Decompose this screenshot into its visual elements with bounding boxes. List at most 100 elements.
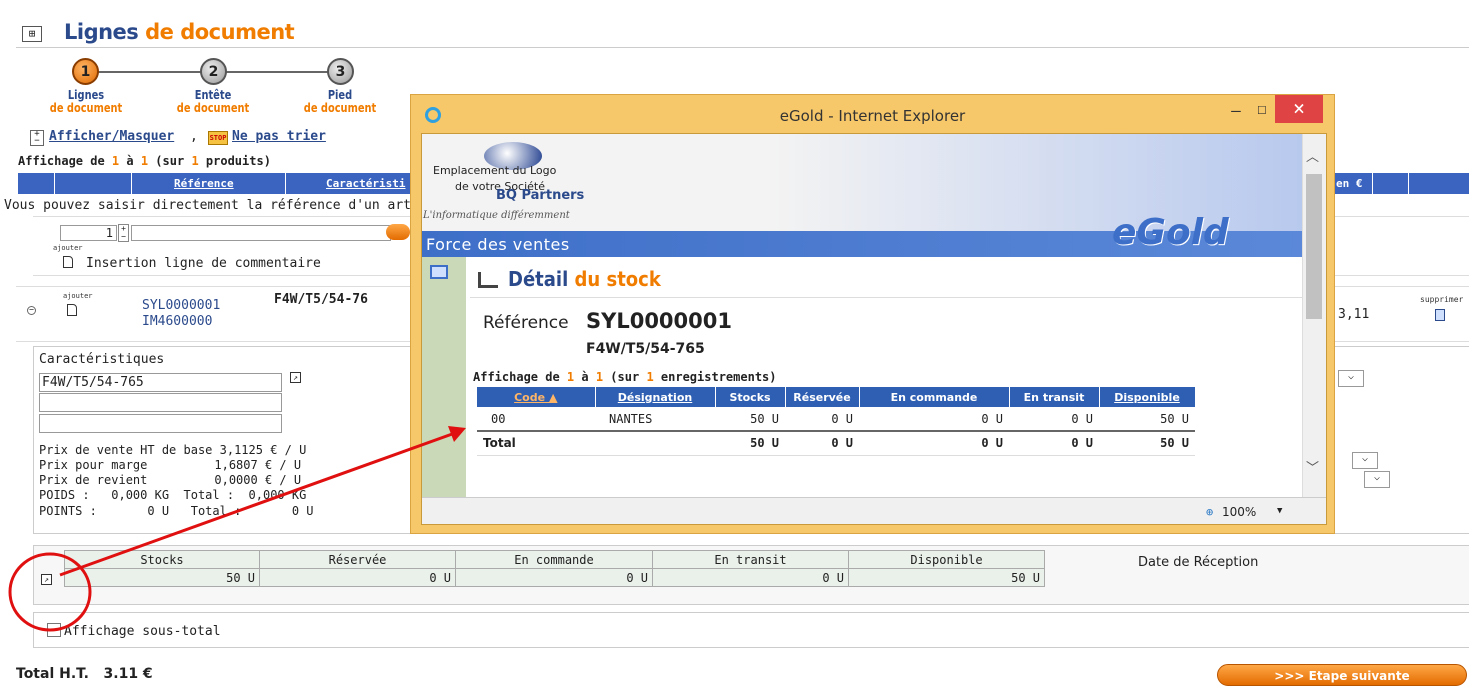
page-title: Lignes de document	[64, 20, 295, 44]
col-designation[interactable]: Désignation	[595, 387, 716, 407]
col-code[interactable]: Code ▲	[477, 387, 596, 407]
supprimer-label: supprimer	[1420, 295, 1464, 304]
minimize-button[interactable]: –	[1226, 101, 1246, 121]
ref-value: SYL0000001	[586, 309, 732, 333]
col-disponible[interactable]: Disponible	[1099, 387, 1196, 407]
product-ref[interactable]: SYL0000001	[142, 298, 220, 313]
nosort-link[interactable]: Ne pas trier	[232, 129, 326, 144]
stock-header: En commande	[455, 550, 653, 569]
dropdown-2[interactable]: ⌵	[1352, 452, 1378, 469]
detail-title-underline	[470, 297, 1302, 298]
total-ht: Total H.T. 3.11 €	[16, 666, 153, 682]
carac-input-1[interactable]: F4W/T5/54-765	[39, 373, 282, 392]
collapse-icon[interactable]: −	[27, 306, 36, 315]
forklift-icon	[478, 272, 498, 288]
ref-label: Référence	[483, 313, 569, 333]
popup-title: eGold - Internet Explorer	[779, 107, 966, 125]
subtotal-label[interactable]: Affichage sous-total	[64, 624, 221, 639]
stock-header: Disponible	[848, 550, 1045, 569]
insert-comment-link[interactable]: Insertion ligne de commentaire	[86, 256, 321, 271]
carac-label: Caractéristiques	[39, 352, 165, 367]
product-ref-secondary: IM4600000	[142, 314, 213, 329]
product-amount: 3,11	[1338, 307, 1370, 322]
quantity-stepper[interactable]: + −	[118, 224, 129, 242]
col-en-euro: en €	[1336, 177, 1363, 190]
ajouter-label: ajouter	[63, 292, 93, 300]
ajouter-label: ajouter	[53, 244, 83, 252]
table-row: 00 NANTES 50 U 0 U 0 U 0 U 50 U	[477, 407, 1195, 432]
product-caracteristique: F4W/T5/54-76	[274, 292, 368, 307]
col-en-commande: En commande	[859, 387, 1010, 407]
header-divider	[1372, 173, 1373, 194]
step-1-label[interactable]: Lignes de document	[45, 89, 127, 115]
egold-logo: eGold	[1112, 212, 1229, 253]
comma-separator: ,	[190, 129, 198, 144]
header-divider	[54, 173, 55, 194]
stock-table: Stocks Réservée En commande En transit D…	[64, 550, 1045, 587]
stock-value: 0 U	[259, 568, 456, 587]
col-reservee: Réservée	[785, 387, 860, 407]
carac-input-2[interactable]	[39, 393, 282, 412]
stock-header: Réservée	[259, 550, 456, 569]
stock-value: 50 U	[848, 568, 1045, 587]
poids-line: POIDS : 0,000 KG Total : 0,000 KG	[39, 488, 307, 502]
title-underline	[16, 47, 1469, 48]
status-bar	[422, 497, 1326, 524]
detail-title: Détail du stock	[508, 267, 661, 291]
display-count: Affichage de 1 à 1 (sur 1 produits)	[18, 154, 271, 168]
step-3-label[interactable]: Pied de document	[299, 89, 381, 115]
cart-icon: ⊞	[22, 26, 42, 42]
dropdown-3[interactable]: ⌵	[1364, 471, 1390, 488]
ref-sub: F4W/T5/54-765	[586, 341, 705, 357]
step-1-circle[interactable]: 1	[72, 58, 99, 85]
date-reception-label: Date de Réception	[1138, 555, 1259, 570]
scroll-thumb[interactable]	[1306, 174, 1322, 319]
points-line: POINTS : 0 U Total : 0 U	[39, 504, 314, 518]
banner-title: Force des ventes	[426, 235, 570, 254]
stop-icon[interactable]: STOP	[208, 131, 228, 145]
scroll-up-icon[interactable]: ︿	[1306, 146, 1319, 165]
monitor-icon[interactable]	[430, 265, 448, 279]
dropdown-1[interactable]: ⌵	[1338, 370, 1364, 387]
step-2-circle[interactable]: 2	[200, 58, 227, 85]
popup-body: Emplacement du Logo de votre Société BQ …	[421, 133, 1327, 525]
zoom-level[interactable]: 100%	[1222, 505, 1256, 519]
header-divider	[285, 173, 286, 194]
logo-placeholder-text-1: Emplacement du Logo	[433, 164, 557, 177]
subtotal-checkbox[interactable]	[47, 623, 61, 637]
col-en-transit: En transit	[1009, 387, 1100, 407]
reference-input[interactable]	[131, 225, 391, 241]
search-icon[interactable]	[386, 224, 410, 240]
trash-icon[interactable]	[1435, 309, 1445, 321]
step-3-circle[interactable]: 3	[327, 58, 354, 85]
maximize-button[interactable]: ☐	[1251, 99, 1273, 121]
stock-value: 50 U	[64, 568, 260, 587]
col-reference[interactable]: Référence	[174, 177, 234, 190]
zoom-icon[interactable]: ⊕	[1206, 505, 1213, 519]
document-icon[interactable]	[63, 256, 73, 268]
scroll-down-icon[interactable]: ﹀	[1306, 457, 1319, 476]
col-stocks: Stocks	[715, 387, 786, 407]
header-divider	[1408, 173, 1409, 194]
price-row: Prix de vente HT de base 3,1125 € / U Pr…	[39, 443, 307, 487]
subtotal-section	[33, 612, 1469, 648]
next-step-button[interactable]: >>> Etape suivante	[1217, 664, 1467, 686]
detail-stock-table: Code ▲ Désignation Stocks Réservée En co…	[477, 387, 1196, 456]
toggle-link[interactable]: Afficher/Masquer	[49, 129, 174, 144]
bq-partners-logo: BQ Partners	[496, 188, 585, 203]
expand-collapse-icon[interactable]: + −	[30, 130, 44, 146]
hint-text: Vous pouvez saisir directement la référe…	[4, 198, 427, 213]
col-caracteristique[interactable]: Caractéristi	[326, 177, 405, 190]
popup-window: eGold - Internet Explorer – ☐ × Emplacem…	[410, 94, 1335, 534]
external-link-icon[interactable]: ↗	[290, 372, 301, 383]
stock-value: 0 U	[455, 568, 653, 587]
quantity-input[interactable]: 1	[60, 225, 117, 241]
carac-input-3[interactable]	[39, 414, 282, 433]
external-link-icon[interactable]: ↗	[41, 574, 52, 585]
zoom-dropdown-icon[interactable]: ▼	[1277, 506, 1282, 516]
document-icon[interactable]	[67, 304, 77, 316]
close-button[interactable]: ×	[1275, 95, 1323, 123]
step-2-label[interactable]: Entête de document	[172, 89, 254, 115]
stock-header: Stocks	[64, 550, 260, 569]
tagline: L'informatique différemment	[423, 210, 570, 221]
